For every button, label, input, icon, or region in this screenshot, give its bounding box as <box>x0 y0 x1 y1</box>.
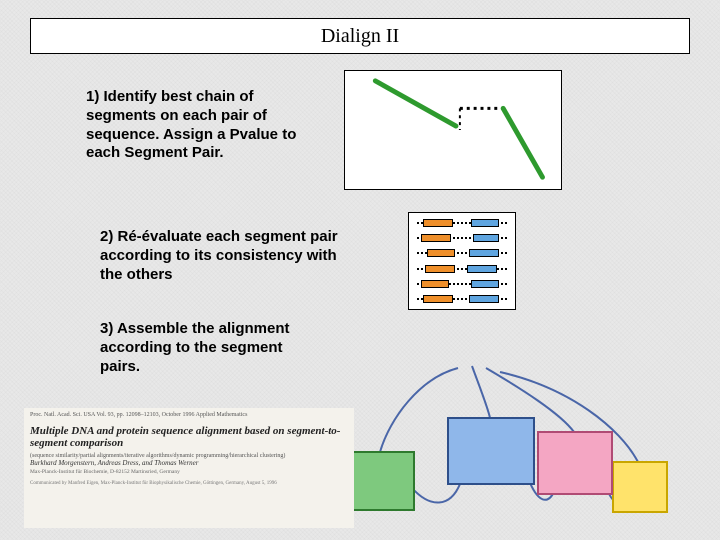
citation-title: Multiple DNA and protein sequence alignm… <box>30 425 348 450</box>
segment-block <box>473 234 499 242</box>
pairwise-chain-diagram <box>344 70 562 190</box>
segment-block <box>427 249 455 257</box>
assembly-box-yellow <box>613 462 667 512</box>
segment-block <box>469 249 499 257</box>
step-2-text: 2) Ré-évaluate each segment pair accordi… <box>100 228 340 284</box>
segment-block <box>423 219 453 227</box>
segment-block <box>421 280 449 288</box>
assembly-box-blue <box>448 418 534 484</box>
step-3-text: 3) Assemble the alignment according to t… <box>100 320 320 376</box>
assembly-box-pink <box>538 432 612 494</box>
sequence-row <box>417 280 507 288</box>
segment-line <box>503 108 542 177</box>
consistency-diagram <box>408 212 516 310</box>
citation-meta: (sequence similarity/partial alignments/… <box>30 453 348 460</box>
citation-snippet: Proc. Natl. Acad. Sci. USA Vol. 93, pp. … <box>24 408 354 528</box>
citation-authors: Burkhard Morgenstern, Andreas Dress, and… <box>30 459 348 467</box>
citation-journal: Proc. Natl. Acad. Sci. USA Vol. 93, pp. … <box>30 412 348 419</box>
segment-line <box>375 81 456 126</box>
sequence-row <box>417 265 507 273</box>
sequence-row <box>417 219 507 227</box>
step-1-text: 1) Identify best chain of segments on ea… <box>86 88 316 163</box>
title-box: Dialign II <box>30 18 690 54</box>
citation-received: Communicated by Manfred Eigen, Max-Planc… <box>30 481 348 486</box>
sequence-row <box>417 295 507 303</box>
segment-block <box>469 295 499 303</box>
assembly-diagram <box>330 358 690 528</box>
segment-block <box>421 234 451 242</box>
segment-block <box>471 280 499 288</box>
segment-block <box>467 265 497 273</box>
sequence-row <box>417 234 507 242</box>
assembly-box-green <box>344 452 414 510</box>
segment-block <box>425 265 455 273</box>
page-title: Dialign II <box>321 25 399 48</box>
segment-block <box>471 219 499 227</box>
segment-block <box>423 295 453 303</box>
citation-affil: Max-Planck-Institut für Biochemie, D-821… <box>30 469 348 475</box>
sequence-row <box>417 249 507 257</box>
